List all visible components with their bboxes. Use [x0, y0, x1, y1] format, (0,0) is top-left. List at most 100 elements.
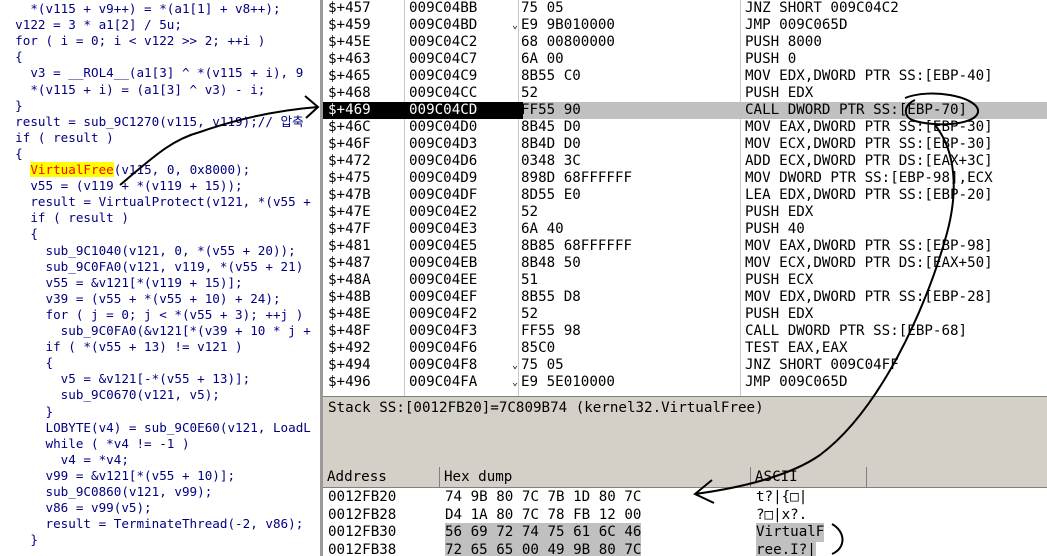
highlighted-virtualfree[interactable]: VirtualFree: [30, 162, 114, 177]
disasm-hex: 52: [521, 306, 539, 322]
code-line[interactable]: sub_9C0FA0(&v121[*(v39 + 10 * j +: [0, 323, 311, 339]
column-header-ascii[interactable]: ASCII: [751, 467, 867, 487]
disasm-row[interactable]: $+48F 009C04F3 FF55 98 CALL DWORD PTR SS:[E…: [323, 323, 1047, 340]
code-line[interactable]: {: [0, 355, 53, 371]
dump-address: 0012FB20: [328, 489, 397, 505]
disasm-row[interactable]: $+475 009C04D9 898D 68FFFFFF MOV DWORD PTR …: [323, 170, 1047, 187]
disasm-offset: $+47B: [328, 187, 371, 203]
disasm-hex: 68 00800000: [521, 34, 615, 50]
disasm-row[interactable]: $+459 009C04BD E9 9B010000 JMP 009C065D ⌄: [323, 17, 1047, 34]
code-line[interactable]: v39 = (v55 + *(v55 + 10) + 24);: [0, 290, 281, 307]
code-line[interactable]: v86 = v99(v5);: [0, 500, 152, 516]
disasm-row[interactable]: $+457 009C04BB 75 05 JNZ SHORT 009C04C2: [323, 0, 1047, 17]
disasm-row[interactable]: $+46C 009C04D0 8B45 D0 MOV EAX,DWORD PTR SS…: [323, 119, 1047, 136]
disasm-address: 009C04D0: [409, 119, 478, 135]
disasm-offset: $+459: [328, 17, 371, 33]
code-line[interactable]: sub_9C1040(v121, 0, *(v55 + 20));: [0, 243, 295, 259]
disasm-row-selected[interactable]: $+469 009C04CD FF55 90 CALL DWORD PTR SS:[E…: [323, 102, 1047, 119]
disasm-row[interactable]: $+465 009C04C9 8B55 C0 MOV EDX,DWORD PTR SS…: [323, 68, 1047, 85]
code-line[interactable]: v55 = (v119 + *(v119 + 15));: [0, 178, 242, 194]
code-line[interactable]: v99 = &v121[*(v55 + 10)];: [0, 468, 235, 484]
disasm-row[interactable]: $+468 009C04CC 52 PUSH EDX: [323, 85, 1047, 102]
code-line[interactable]: if ( result ): [0, 130, 114, 146]
code-line[interactable]: if ( result ): [0, 210, 129, 226]
code-text: v39 = (v55 + *(v55 + 10) + 24);: [0, 290, 281, 306]
column-header-hex-dump[interactable]: Hex dump: [440, 467, 751, 487]
code-line[interactable]: for ( i = 0; i < v122 >> 2; ++i ): [0, 33, 265, 49]
code-text: while ( *v4 != -1 ): [0, 435, 190, 451]
disasm-instruction: PUSH EDX: [745, 85, 814, 101]
code-line[interactable]: while ( *v4 != -1 ): [0, 435, 190, 452]
disasm-instruction: MOV ECX,DWORD PTR DS:[EAX+50]: [745, 255, 993, 271]
decompiler-code-pane[interactable]: *(v115 + v9++) = *(a1[1] + v8++); v122 =…: [0, 0, 320, 556]
disassembly-view[interactable]: $+457 009C04BB 75 05 JNZ SHORT 009C04C2 $+45…: [323, 0, 1047, 396]
code-text: {: [0, 49, 23, 65]
disasm-row[interactable]: $+496 009C04FA E9 5E010000 JMP 009C065D ⌄: [323, 374, 1047, 391]
disasm-address: 009C04EB: [409, 255, 478, 271]
disasm-hex: E9 9B010000: [521, 17, 615, 33]
disasm-row[interactable]: $+47F 009C04E3 6A 40 PUSH 40: [323, 221, 1047, 238]
disasm-row[interactable]: $+47B 009C04DF 8D55 E0 LEA EDX,DWORD PTR SS…: [323, 187, 1047, 204]
disasm-row[interactable]: $+48A 009C04EE 51 PUSH ECX: [323, 272, 1047, 289]
code-line[interactable]: {: [0, 146, 23, 162]
code-line[interactable]: LOBYTE(v4) = sub_9C0E60(v121, LoadL: [0, 420, 310, 436]
disasm-instruction: JMP 009C065D: [745, 374, 848, 390]
code-line[interactable]: {: [0, 49, 23, 65]
code-line[interactable]: {: [0, 226, 38, 242]
dump-hex: 74 9B 80 7C 7B 1D 80 7C: [445, 489, 642, 505]
disasm-hex: 75 05: [521, 0, 564, 16]
disasm-instruction: CALL DWORD PTR SS:[EBP-68]: [745, 323, 968, 339]
code-text: for ( i = 0; i < v122 >> 2; ++i ): [0, 33, 266, 49]
disasm-row[interactable]: $+492 009C04F6 85C0 TEST EAX,EAX: [323, 340, 1047, 357]
code-line[interactable]: result = sub_9C1270(v115, v119);// 압축: [0, 114, 304, 130]
code-line[interactable]: v5 = &v121[-*(v55 + 13)];: [0, 371, 251, 387]
code-line[interactable]: }: [0, 532, 38, 548]
code-line[interactable]: v3 = __ROL4__(a1[3] ^ *(v115 + i), 9: [0, 65, 303, 81]
disasm-address: 009C04F2: [409, 306, 478, 322]
code-text: v55 = &v121[*(v119 + 15)];: [0, 274, 243, 290]
disasm-instruction: PUSH 8000: [745, 34, 822, 50]
disasm-offset: $+494: [328, 357, 371, 373]
code-line[interactable]: *(v115 + i) = (a1[3] ^ v3) - i;: [0, 82, 265, 98]
code-line[interactable]: v55 = &v121[*(v119 + 15)];: [0, 274, 243, 291]
code-line[interactable]: sub_9C0670(v121, v5);: [0, 387, 220, 403]
disasm-row[interactable]: $+46F 009C04D3 8B4D D0 MOV ECX,DWORD PTR SS…: [323, 136, 1047, 153]
hex-dump-view[interactable]: Address Hex dump ASCII 0012FB20 74 9B 80 …: [323, 467, 1047, 556]
code-line[interactable]: result = VirtualProtect(v121, *(v55 +: [0, 194, 311, 210]
disasm-hex: 8B85 68FFFFFF: [521, 238, 633, 254]
disasm-row[interactable]: $+481 009C04E5 8B85 68FFFFFF MOV EAX,DWORD …: [323, 238, 1047, 255]
disasm-row[interactable]: $+487 009C04EB 8B48 50 MOV ECX,DWORD PTR DS…: [323, 255, 1047, 272]
disasm-hex: 8B55 D8: [521, 289, 581, 305]
column-header-address[interactable]: Address: [323, 467, 440, 487]
disasm-row[interactable]: $+472 009C04D6 0348 3C ADD ECX,DWORD PTR DS…: [323, 153, 1047, 170]
disasm-instruction: MOV EAX,DWORD PTR SS:[EBP-30]: [745, 119, 993, 135]
disasm-row[interactable]: $+494 009C04F8 75 05 JNZ SHORT 009C04FF ⌄: [323, 357, 1047, 374]
code-line[interactable]: }: [0, 404, 53, 420]
code-line[interactable]: sub_9C0FA0(v121, v119, *(v55 + 21): [0, 259, 303, 275]
disasm-hex: 8B4D D0: [521, 136, 581, 152]
disasm-row[interactable]: $+48B 009C04EF 8B55 D8 MOV EDX,DWORD PTR SS…: [323, 289, 1047, 306]
code-line[interactable]: VirtualFree(v115, 0, 0x8000);: [0, 162, 250, 178]
code-line[interactable]: result = TerminateThread(-2, v86);: [0, 516, 303, 532]
jump-arrow-icon: ⌄: [512, 360, 519, 371]
code-text: for ( j = 0; j < *(v55 + 3); ++j ): [0, 306, 304, 322]
code-line[interactable]: *(v115 + v9++) = *(a1[1] + v8++);: [0, 1, 281, 17]
disasm-row[interactable]: $+48E 009C04F2 52 PUSH EDX: [323, 306, 1047, 323]
disasm-row[interactable]: $+47E 009C04E2 52 PUSH EDX: [323, 204, 1047, 221]
code-line[interactable]: }: [0, 98, 23, 114]
disasm-offset: $+47F: [328, 221, 371, 237]
dump-hex: 56 69 72 74 75 61 6C 46: [445, 523, 642, 542]
code-text: *(v115 + v9++) = *(a1[1] + v8++);: [0, 1, 281, 16]
code-line[interactable]: if ( *(v55 + 13) != v121 ): [0, 339, 242, 355]
code-line[interactable]: sub_9C0860(v121, v99);: [0, 484, 212, 500]
disasm-instruction: JMP 009C065D: [745, 17, 848, 33]
code-line[interactable]: v122 = 3 * a1[2] / 5u;: [0, 17, 182, 33]
code-text: v86 = v99(v5);: [0, 500, 152, 516]
code-text: }: [0, 532, 38, 548]
code-text: sub_9C0FA0(&v121[*(v39 + 10 * j +: [0, 323, 311, 338]
code-text: sub_9C0860(v121, v99);: [0, 484, 213, 499]
code-line[interactable]: v4 = *v4;: [0, 452, 129, 468]
disasm-row[interactable]: $+45E 009C04C2 68 00800000 PUSH 8000: [323, 34, 1047, 51]
disasm-row[interactable]: $+463 009C04C7 6A 00 PUSH 0: [323, 51, 1047, 68]
code-line[interactable]: for ( j = 0; j < *(v55 + 3); ++j ): [0, 307, 303, 323]
